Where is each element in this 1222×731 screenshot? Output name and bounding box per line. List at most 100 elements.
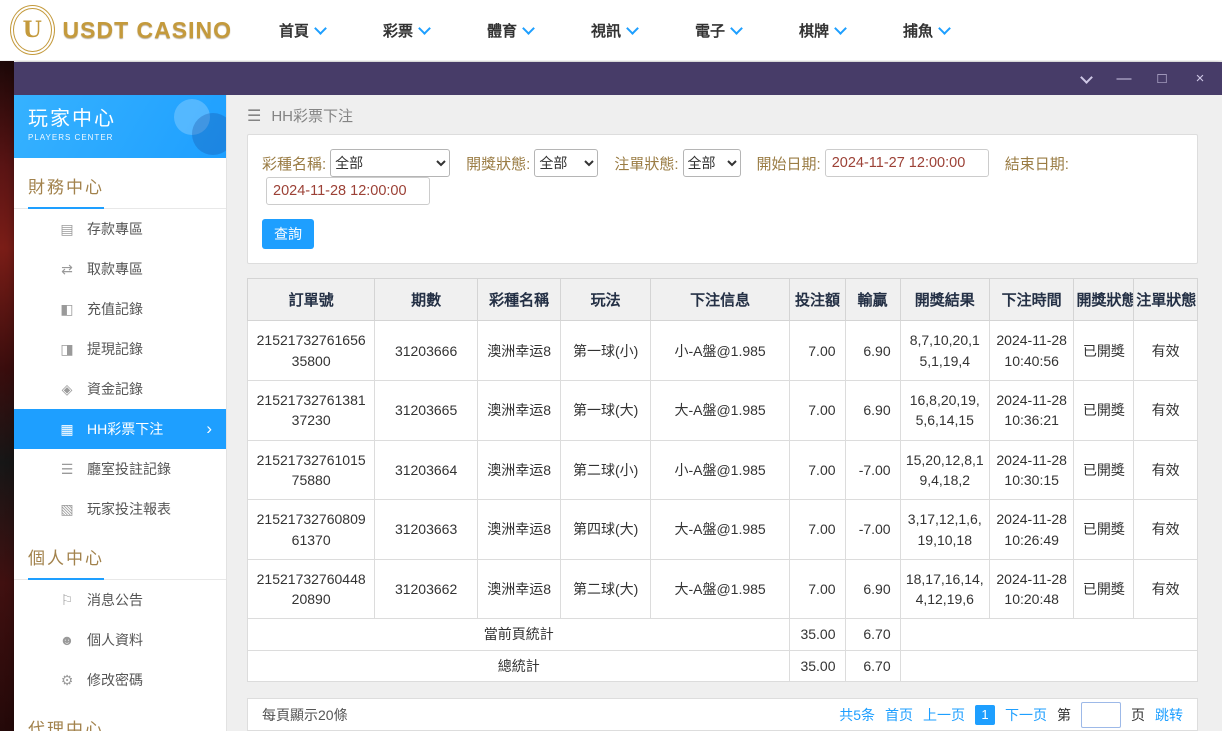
cell-play: 第一球(小) (560, 320, 651, 382)
sidebar-section-finance: 財務中心 (14, 158, 226, 209)
chevron-down-icon (314, 21, 327, 35)
cell-period: 31203666 (374, 320, 478, 382)
cell-order: 2152173276165635800 (246, 320, 376, 382)
funds-record-icon: ◈ (61, 380, 73, 397)
sidebar-item-funds-record[interactable]: ◈ 資金記錄 (14, 369, 226, 409)
header-result: 開獎結果 (899, 278, 990, 322)
table-header-row: 訂單號 期數 彩種名稱 玩法 下注信息 投注額 輸贏 開獎結果 下注時間 開獎狀… (246, 278, 1198, 322)
item-label: 資金記錄 (87, 381, 143, 397)
main-nav: 首頁 彩票 體育 視訊 電子 棋牌 捕魚 (250, 20, 978, 41)
chevron-down-icon (834, 21, 847, 35)
cell-play: 第四球(大) (560, 499, 651, 560)
report-icon: ▧ (60, 500, 74, 517)
lottery-name-select[interactable]: 全部 (330, 149, 451, 178)
hall-records-icon: ☰ (60, 460, 74, 477)
player-center-window: — □ × 玩家中心 PLAYERS CENTER 財務中心 ▤ 存款專區 ⇄ … (14, 62, 1222, 731)
total-summary-row: 總統計 35.00 6.70 (246, 649, 1199, 683)
cell-result: 8,7,10,20,15,1,19,4 (899, 320, 990, 382)
nav-item-video[interactable]: 視訊 (562, 20, 666, 41)
sidebar-item-profile[interactable]: ☻ 個人資料 (14, 620, 226, 660)
jump-button[interactable]: 跳转 (1155, 705, 1183, 725)
sidebar-item-announcements[interactable]: ⚐ 消息公告 (14, 580, 226, 620)
page-title: HH彩票下注 (271, 108, 354, 126)
menu-icon[interactable]: ☰ (247, 106, 261, 126)
header-time: 下注時間 (988, 278, 1075, 322)
draw-status-label: 開獎狀態: (466, 155, 531, 173)
page-summary-row: 當前頁統計 35.00 6.70 (246, 618, 1199, 651)
user-icon: ☻ (59, 632, 75, 648)
header-bet-info: 下注信息 (649, 278, 791, 322)
draw-status-select[interactable]: 全部 (534, 149, 599, 178)
nav-item-cards[interactable]: 棋牌 (770, 20, 874, 41)
section-label: 個人中心 (28, 544, 104, 580)
cell-bet-info: 小-A盤@1.985 (649, 439, 791, 501)
chevron-right-icon: › (206, 419, 212, 438)
item-label: 個人資料 (87, 632, 143, 648)
item-label: 存款專區 (87, 221, 143, 237)
total-summary-win: 6.70 (844, 649, 901, 683)
page-summary-amount: 35.00 (789, 618, 846, 651)
sidebar-item-hall-bet-records[interactable]: ☰ 廳室投註記錄 (14, 449, 226, 489)
brand-logo[interactable]: U USDT CASINO (10, 5, 232, 55)
current-page-badge[interactable]: 1 (975, 704, 995, 725)
total-summary-amount: 35.00 (789, 649, 846, 683)
item-label: 廳室投註記錄 (87, 461, 171, 477)
first-page-link[interactable]: 首页 (885, 705, 913, 725)
filter-panel: 彩種名稱: 全部 開獎狀態: 全部 注單狀態: 全部 開始日期: 結束日期: (247, 134, 1198, 265)
end-date-input[interactable] (266, 177, 430, 206)
pagination-bar: 每頁顯示20條 共5条 首页 上一页 1 下一页 第 页 跳转 (247, 698, 1198, 731)
nav-item-fishing[interactable]: 捕魚 (874, 20, 978, 41)
section-label: 財務中心 (28, 173, 104, 209)
nav-item-sports[interactable]: 體育 (458, 20, 562, 41)
page-jump-input[interactable] (1081, 701, 1121, 728)
prev-page-link[interactable]: 上一页 (923, 705, 965, 725)
sidebar-item-recharge-record[interactable]: ◧ 充值記錄 (14, 289, 226, 329)
chevron-down-icon (626, 21, 639, 35)
cell-draw-status: 已開獎 (1073, 558, 1135, 620)
cell-win: 6.90 (844, 380, 901, 441)
cell-order-status: 有效 (1133, 320, 1198, 382)
cell-time: 2024-11-28 10:30:15 (988, 439, 1075, 501)
nav-item-slots[interactable]: 電子 (666, 20, 770, 41)
start-date-input[interactable] (824, 149, 989, 178)
next-page-link[interactable]: 下一页 (1005, 705, 1047, 725)
window-close-icon[interactable]: × (1192, 70, 1208, 87)
cell-draw-status: 已開獎 (1073, 320, 1135, 382)
cell-amount: 7.00 (789, 320, 846, 382)
cell-period: 31203665 (374, 380, 478, 441)
sidebar-item-hh-lottery-bets[interactable]: ▦ HH彩票下注 › (14, 409, 226, 449)
total-summary-label: 總統計 (246, 649, 791, 683)
cell-lottery: 澳洲幸运8 (476, 499, 562, 560)
usdt-logo-icon: U (10, 5, 55, 55)
cell-draw-status: 已開獎 (1073, 499, 1135, 560)
withdraw-icon: ⇄ (61, 260, 73, 277)
cell-lottery: 澳洲幸运8 (476, 558, 562, 620)
window-collapse-icon[interactable] (1078, 70, 1094, 87)
sidebar-item-withdrawal-record[interactable]: ◨ 提現記錄 (14, 329, 226, 369)
jump-prefix-label: 第 (1057, 706, 1071, 723)
page-summary-empty (899, 618, 1199, 651)
header-order-status: 注單狀態 (1133, 278, 1198, 322)
sidebar-item-deposit[interactable]: ▤ 存款專區 (14, 209, 226, 249)
cell-period: 31203664 (374, 439, 478, 501)
lottery-bet-icon: ▦ (60, 420, 74, 437)
sidebar-item-player-bet-report[interactable]: ▧ 玩家投注報表 (14, 489, 226, 529)
nav-item-home[interactable]: 首頁 (250, 20, 354, 41)
sidebar-section-personal: 個人中心 (14, 529, 226, 580)
item-label: 充值記錄 (87, 301, 143, 317)
header-play: 玩法 (560, 278, 651, 322)
window-minimize-icon[interactable]: — (1116, 70, 1132, 87)
nav-item-lottery[interactable]: 彩票 (354, 20, 458, 41)
cell-play: 第二球(小) (560, 439, 651, 501)
order-status-select[interactable]: 全部 (682, 149, 741, 178)
cell-bet-info: 小-A盤@1.985 (649, 320, 791, 382)
window-maximize-icon[interactable]: □ (1154, 70, 1170, 87)
header-period: 期數 (374, 278, 478, 322)
search-button[interactable]: 查詢 (262, 219, 314, 250)
sidebar-item-change-password[interactable]: ⚙ 修改密碼 (14, 660, 226, 700)
cell-time: 2024-11-28 10:36:21 (988, 380, 1075, 441)
order-status-label: 注單狀態: (614, 155, 679, 173)
sidebar-item-withdraw[interactable]: ⇄ 取款專區 (14, 249, 226, 289)
nav-label: 首頁 (278, 22, 309, 40)
cell-time: 2024-11-28 10:40:56 (988, 320, 1075, 382)
